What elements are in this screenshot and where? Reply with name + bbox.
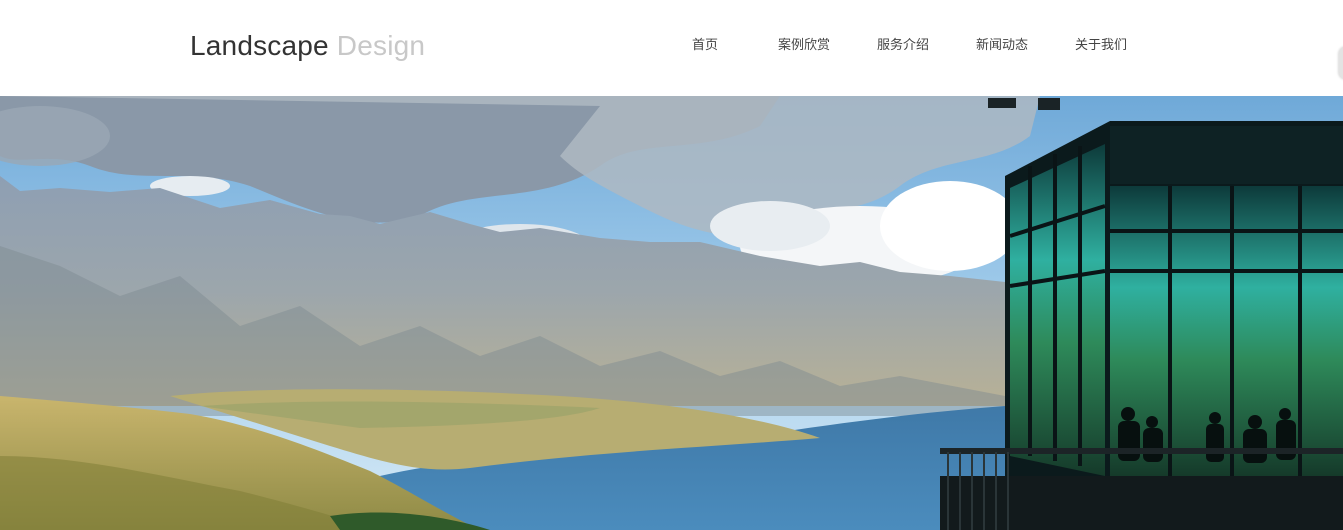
logo-word-landscape: Landscape	[190, 30, 329, 61]
site-logo[interactable]: Landscape Design	[190, 28, 425, 64]
side-scroll-handle[interactable]	[1339, 46, 1343, 80]
site-header: Landscape Design 首页 案例欣赏 服务介绍 新闻动态 关于我们	[0, 0, 1343, 96]
nav-item-news[interactable]: 新闻动态	[976, 37, 1028, 55]
nav-item-home[interactable]: 首页	[692, 37, 718, 55]
nav-item-cases[interactable]: 案例欣赏	[778, 37, 830, 55]
nav-item-about[interactable]: 关于我们	[1075, 37, 1127, 55]
hero-banner-image	[0, 96, 1343, 530]
nav-item-services[interactable]: 服务介绍	[877, 37, 929, 55]
logo-word-design: Design	[336, 30, 426, 61]
